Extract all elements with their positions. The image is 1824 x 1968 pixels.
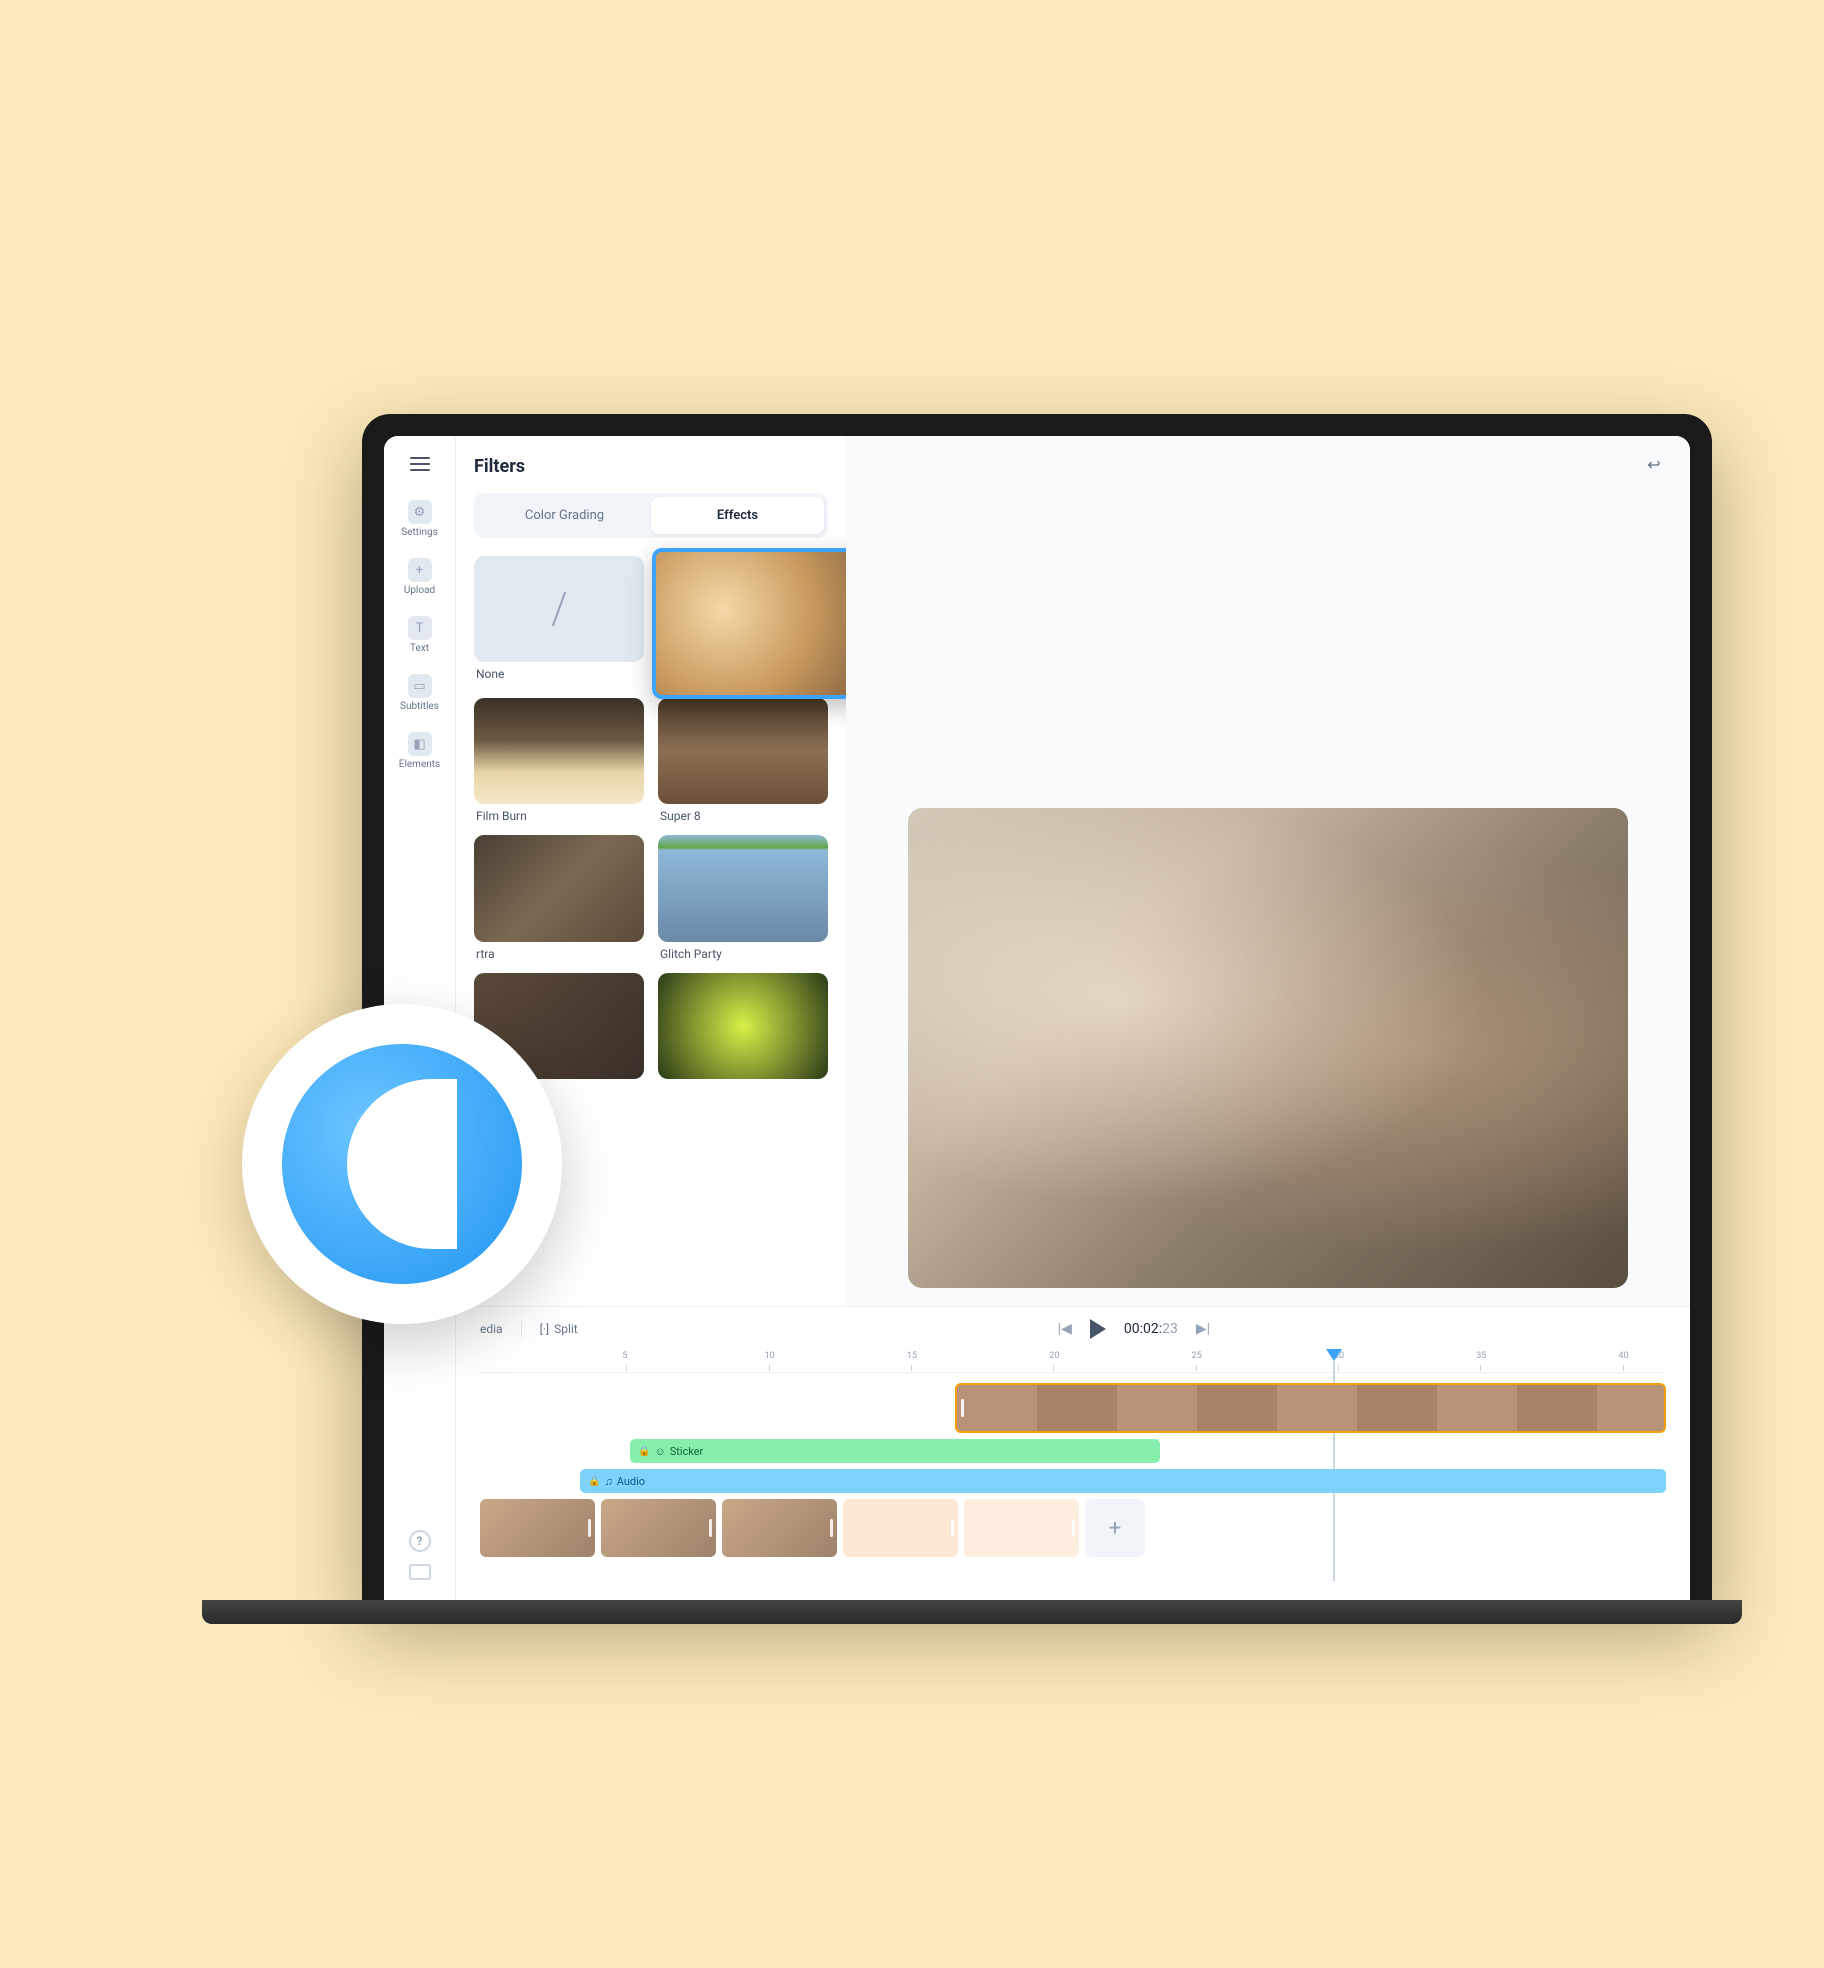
subtitles-icon: ▭ bbox=[408, 674, 432, 698]
sidebar-item-label: Subtitles bbox=[400, 701, 439, 712]
skip-back-button[interactable]: |◀ bbox=[1058, 1321, 1072, 1337]
audio-track[interactable]: 🔒 ♫ Audio bbox=[580, 1469, 1666, 1493]
filter-glitch-party[interactable]: Glitch Party bbox=[658, 835, 828, 960]
app-screen: ⚙ Settings + Upload T Text ▭ Subtitles ◧… bbox=[384, 436, 1690, 1604]
sidebar-item-label: Elements bbox=[399, 759, 440, 770]
filter-label: Glitch Party bbox=[658, 947, 828, 961]
scene-clip[interactable] bbox=[843, 1499, 958, 1557]
track-label: Audio bbox=[617, 1475, 645, 1488]
split-label: Split bbox=[554, 1322, 578, 1336]
filter-thumb-glitch-party bbox=[658, 835, 828, 941]
panel-tabs: Color Grading Effects bbox=[474, 493, 828, 538]
playhead[interactable] bbox=[1326, 1349, 1342, 1361]
media-button[interactable]: edia bbox=[480, 1322, 503, 1336]
tab-effects[interactable]: Effects bbox=[651, 497, 824, 534]
lock-icon: 🔒 bbox=[588, 1476, 600, 1487]
panel-title: Filters bbox=[474, 456, 828, 477]
keyboard-icon[interactable] bbox=[409, 1564, 431, 1580]
sidebar-item-upload[interactable]: + Upload bbox=[384, 550, 455, 604]
gear-icon: ⚙ bbox=[408, 500, 432, 524]
play-button[interactable] bbox=[1090, 1319, 1106, 1339]
filter-none[interactable]: None bbox=[474, 556, 644, 686]
filter-label: Film Burn bbox=[474, 809, 644, 823]
skip-forward-button[interactable]: ▶| bbox=[1196, 1321, 1210, 1337]
timeline: edia [·] Split |◀ 00:02:23 ▶| 5 10 15 20… bbox=[456, 1306, 1690, 1604]
filter-thumb-super8 bbox=[658, 698, 828, 804]
timeline-tracks: 🔒 ☺ Sticker 🔒 ♫ Audio + bbox=[456, 1373, 1690, 1604]
sidebar-item-label: Text bbox=[410, 643, 429, 654]
tab-color-grading[interactable]: Color Grading bbox=[478, 497, 651, 534]
sidebar-item-elements[interactable]: ◧ Elements bbox=[384, 724, 455, 778]
plus-icon: + bbox=[408, 558, 432, 582]
sticker-emoji-icon: ☺ bbox=[654, 1445, 665, 1458]
filter-thumb-bokeh bbox=[652, 548, 846, 699]
sidebar-item-text[interactable]: T Text bbox=[384, 608, 455, 662]
clip-handle[interactable] bbox=[961, 1399, 964, 1417]
music-note-icon: ♫ bbox=[604, 1475, 612, 1488]
filter-thumb bbox=[658, 973, 828, 1079]
ruler-tick: 25 bbox=[1192, 1351, 1202, 1361]
video-clip[interactable] bbox=[955, 1383, 1666, 1433]
filters-grid: None 👆 Film Burn Super 8 rtra Glitc bbox=[474, 556, 828, 1079]
lock-icon: 🔒 bbox=[638, 1446, 650, 1457]
filter-label: None bbox=[474, 667, 644, 681]
laptop-base bbox=[202, 1600, 1742, 1624]
hamburger-icon[interactable] bbox=[406, 450, 434, 478]
filter-film-burn[interactable]: Film Burn bbox=[474, 698, 644, 823]
filter-rtra[interactable]: rtra bbox=[474, 835, 644, 960]
scene-clip[interactable] bbox=[601, 1499, 716, 1557]
split-button[interactable]: [·] Split bbox=[540, 1322, 578, 1336]
undo-button[interactable]: ↩ bbox=[1642, 452, 1666, 476]
text-icon: T bbox=[408, 616, 432, 640]
sidebar-item-label: Upload bbox=[404, 585, 435, 596]
filter-thumb-none bbox=[474, 556, 644, 662]
ruler-tick: 35 bbox=[1476, 1351, 1486, 1361]
add-scene-button[interactable]: + bbox=[1085, 1499, 1145, 1557]
ruler-tick: 15 bbox=[907, 1351, 917, 1361]
sidebar-item-settings[interactable]: ⚙ Settings bbox=[384, 492, 455, 546]
sticker-track[interactable]: 🔒 ☺ Sticker bbox=[630, 1439, 1160, 1463]
timecode: 00:02:23 bbox=[1124, 1321, 1178, 1337]
timeline-ruler[interactable]: 5 10 15 20 25 30 35 40 bbox=[480, 1351, 1666, 1373]
ruler-tick: 20 bbox=[1049, 1351, 1059, 1361]
separator bbox=[521, 1321, 522, 1337]
ruler-tick: 5 bbox=[622, 1351, 627, 1361]
video-preview[interactable] bbox=[908, 808, 1628, 1288]
filter-label: rtra bbox=[474, 947, 644, 961]
playback-controls: |◀ 00:02:23 ▶| bbox=[1058, 1319, 1210, 1339]
ruler-tick: 40 bbox=[1619, 1351, 1629, 1361]
filter-thumb-film-burn bbox=[474, 698, 644, 804]
filter-item[interactable] bbox=[658, 973, 828, 1079]
help-icon[interactable]: ? bbox=[409, 1530, 431, 1552]
scene-track: + bbox=[480, 1499, 1666, 1557]
filter-bokeh-selected[interactable]: 👆 bbox=[652, 548, 846, 699]
filter-super8[interactable]: Super 8 bbox=[658, 698, 828, 823]
laptop-frame: ⚙ Settings + Upload T Text ▭ Subtitles ◧… bbox=[362, 414, 1712, 1604]
filter-label: Super 8 bbox=[658, 809, 828, 823]
elements-icon: ◧ bbox=[408, 732, 432, 756]
sidebar-item-subtitles[interactable]: ▭ Subtitles bbox=[384, 666, 455, 720]
contrast-badge-icon bbox=[242, 1004, 562, 1324]
scene-clip[interactable] bbox=[722, 1499, 837, 1557]
filter-thumb-rtra bbox=[474, 835, 644, 941]
track-label: Sticker bbox=[670, 1445, 704, 1458]
sidebar-item-label: Settings bbox=[401, 527, 438, 538]
scene-clip[interactable] bbox=[480, 1499, 595, 1557]
ruler-tick: 10 bbox=[765, 1351, 775, 1361]
undo-icon: ↩ bbox=[1647, 455, 1660, 474]
scene-clip[interactable] bbox=[964, 1499, 1079, 1557]
split-icon: [·] bbox=[540, 1322, 550, 1336]
